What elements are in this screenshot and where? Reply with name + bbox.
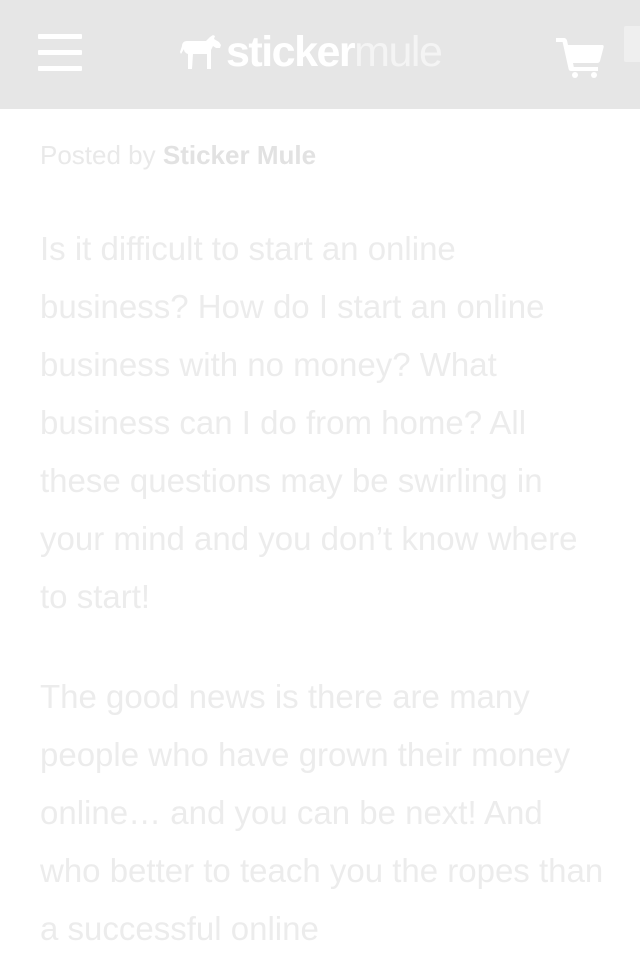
sticker-mule-logo[interactable]: stickermule — [180, 28, 443, 76]
posted-by-label: Posted by — [40, 140, 156, 170]
top-navigation-bar: stickermule — [0, 0, 640, 109]
menu-line — [38, 66, 82, 71]
post-byline: Posted by Sticker Mule — [40, 138, 316, 172]
menu-line — [38, 34, 82, 39]
article-paragraph: The good news is there are many people w… — [40, 678, 604, 947]
article-paragraph: Is it difficult to start an online busin… — [40, 230, 578, 615]
logo-wordmark: stickermule — [226, 28, 443, 76]
menu-line — [38, 50, 82, 55]
side-panel-tab[interactable] — [624, 26, 640, 62]
author-link[interactable]: Sticker Mule — [163, 140, 316, 170]
mule-icon — [180, 35, 221, 69]
shopping-cart-icon[interactable] — [556, 36, 604, 78]
logo-text-sticker: sticker — [226, 28, 356, 76]
hamburger-menu-icon[interactable] — [38, 32, 82, 74]
logo-text-mule: mule — [354, 28, 443, 76]
page: stickermule Posted by Sticker Mule Is it… — [0, 0, 640, 959]
